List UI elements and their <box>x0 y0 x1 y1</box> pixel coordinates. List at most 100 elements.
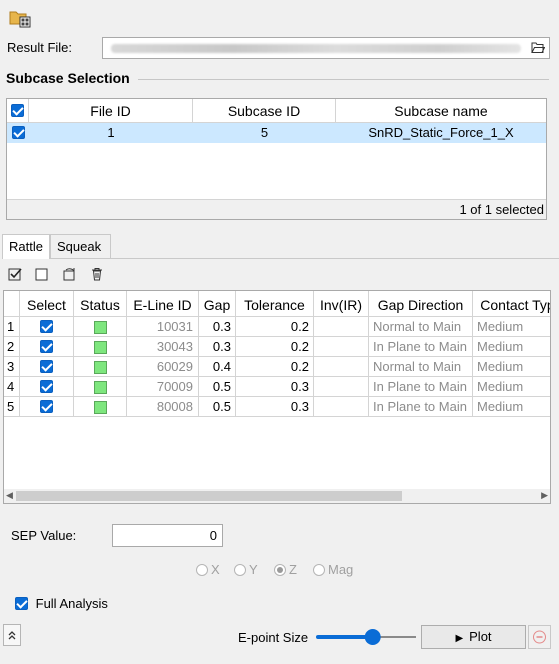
row-number: 1 <box>4 317 20 337</box>
result-file-path-blurred <box>111 44 521 53</box>
gap-cell: 0.5 <box>199 397 236 417</box>
contact-table[interactable]: Select Status E-Line ID Gap Tolerance Inv(IR)… <box>3 290 551 504</box>
radio-z-label: Z <box>289 562 297 577</box>
tab-squeak[interactable]: Squeak <box>50 234 111 258</box>
tab-rattle[interactable]: Rattle <box>2 234 50 259</box>
radio-y[interactable]: Y <box>234 562 258 577</box>
gap-direction-cell: Normal to Main <box>369 317 473 337</box>
radio-dot[interactable] <box>196 564 208 576</box>
row-number: 3 <box>4 357 20 377</box>
select-cell[interactable] <box>20 317 74 337</box>
radio-y-label: Y <box>249 562 258 577</box>
horizontal-scrollbar[interactable]: ◀ ▶ <box>4 489 550 503</box>
result-file-field[interactable] <box>102 37 550 59</box>
sep-value-input[interactable]: 0 <box>112 524 223 547</box>
contact-type-cell: Medium <box>473 337 550 357</box>
epoint-size-slider[interactable] <box>316 628 416 646</box>
scroll-left-icon[interactable]: ◀ <box>6 490 13 501</box>
column-header-tolerance[interactable]: Tolerance <box>236 291 314 317</box>
subcase-id-cell: 5 <box>260 125 269 140</box>
select-all-icon[interactable] <box>7 266 23 282</box>
gap-direction-cell: Normal to Main <box>369 357 473 377</box>
column-header-status[interactable]: Status <box>74 291 127 317</box>
deselect-all-icon[interactable] <box>34 266 50 282</box>
column-header-subcase-name[interactable]: Subcase name <box>336 99 546 123</box>
tolerance-cell: 0.2 <box>236 357 314 377</box>
eline-id-cell: 10031 <box>127 317 199 337</box>
gap-cell: 0.3 <box>199 337 236 357</box>
inv-ir-cell <box>314 397 369 417</box>
epoint-size-label: E-point Size <box>238 630 309 645</box>
file-id-cell: 1 <box>107 125 115 140</box>
row-checkbox[interactable] <box>40 400 53 413</box>
subcase-table[interactable]: File ID Subcase ID Subcase name 1 5 SnRD… <box>6 98 547 220</box>
subcase-footer: 1 of 1 selected <box>7 199 546 219</box>
radio-x[interactable]: X <box>196 562 220 577</box>
full-analysis-label: Full Analysis <box>35 596 108 611</box>
radio-mag[interactable]: Mag <box>313 562 353 577</box>
tolerance-cell: 0.3 <box>236 377 314 397</box>
selection-count: 1 of 1 selected <box>459 202 544 217</box>
eline-id-cell: 70009 <box>127 377 199 397</box>
radio-z[interactable]: Z <box>274 562 297 577</box>
gap-direction-cell: In Plane to Main <box>369 337 473 357</box>
tolerance-cell: 0.2 <box>236 317 314 337</box>
plot-button[interactable]: ▶ Plot <box>421 625 526 649</box>
full-analysis-check[interactable] <box>15 597 28 610</box>
subcase-row[interactable]: 1 5 SnRD_Static_Force_1_X <box>7 123 546 143</box>
remove-icon <box>533 630 546 644</box>
row-checkbox[interactable] <box>40 360 53 373</box>
eline-id-cell: 80008 <box>127 397 199 417</box>
scroll-right-icon[interactable]: ▶ <box>541 490 548 501</box>
status-cell <box>74 377 127 397</box>
collapse-icon[interactable] <box>3 624 21 646</box>
radio-mag-label: Mag <box>328 562 354 577</box>
row-select-cell[interactable] <box>7 123 29 143</box>
column-header-subcase-id[interactable]: Subcase ID <box>193 99 336 123</box>
row-checkbox[interactable] <box>11 126 25 139</box>
eline-id-cell: 60029 <box>127 357 199 377</box>
open-result-icon[interactable] <box>9 8 31 28</box>
status-indicator <box>93 401 107 415</box>
row-checkbox[interactable] <box>40 340 53 353</box>
column-header-gap[interactable]: Gap <box>199 291 236 317</box>
gap-cell: 0.4 <box>199 357 236 377</box>
select-cell[interactable] <box>20 357 74 377</box>
column-header-contact-type[interactable]: Contact Typ <box>473 291 550 317</box>
select-all-header[interactable] <box>7 99 29 123</box>
row-checkbox[interactable] <box>40 380 53 393</box>
column-header-gap-direction[interactable]: Gap Direction <box>369 291 473 317</box>
tolerance-cell: 0.3 <box>236 397 314 417</box>
radio-dot[interactable] <box>313 564 325 576</box>
column-header-file-id[interactable]: File ID <box>29 99 193 123</box>
play-icon: ▶ <box>455 633 464 644</box>
gap-cell: 0.5 <box>199 377 236 397</box>
column-header-eline-id[interactable]: E-Line ID <box>127 291 199 317</box>
scrollbar-thumb[interactable] <box>16 491 402 501</box>
radio-dot[interactable] <box>234 564 246 576</box>
delete-icon[interactable] <box>89 266 105 282</box>
select-all-checkbox[interactable] <box>11 104 24 117</box>
status-indicator <box>93 361 107 375</box>
row-checkbox[interactable] <box>40 320 53 333</box>
sep-value-label: SEP Value: <box>11 528 77 543</box>
status-cell <box>74 337 127 357</box>
select-cell[interactable] <box>20 377 74 397</box>
full-analysis-checkbox[interactable]: Full Analysis <box>15 596 108 611</box>
status-indicator <box>93 341 107 355</box>
inv-ir-cell <box>314 317 369 337</box>
inv-ir-cell <box>314 357 369 377</box>
subcase-name-cell: SnRD_Static_Force_1_X <box>368 125 514 140</box>
select-cell[interactable] <box>20 397 74 417</box>
select-cell[interactable] <box>20 337 74 357</box>
column-header-inv-ir[interactable]: Inv(IR) <box>314 291 369 317</box>
refresh-icon[interactable] <box>61 266 77 282</box>
status-cell <box>74 317 127 337</box>
radio-dot-selected[interactable] <box>274 564 286 576</box>
contact-type-cell: Medium <box>473 397 550 417</box>
contact-type-cell: Medium <box>473 357 550 377</box>
remove-button[interactable] <box>528 625 551 649</box>
column-header-select[interactable]: Select <box>20 291 74 317</box>
folder-icon[interactable] <box>531 41 546 57</box>
inv-ir-cell <box>314 377 369 397</box>
